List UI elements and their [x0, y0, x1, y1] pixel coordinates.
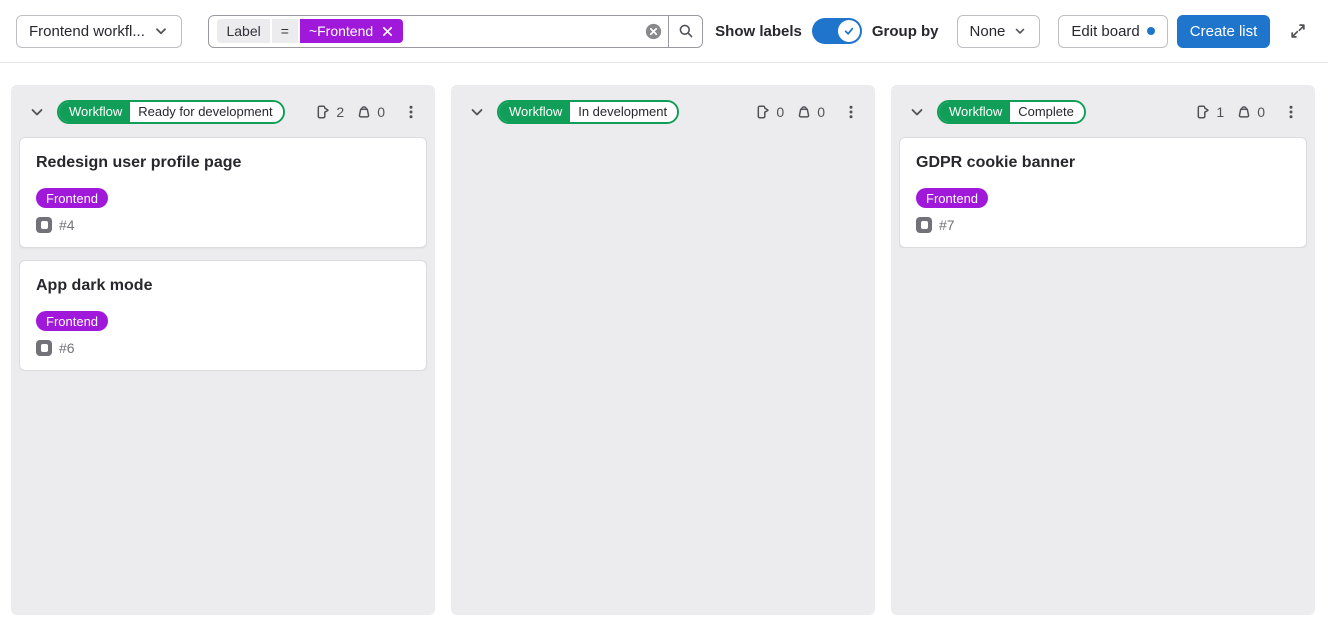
group-by-value: None	[970, 23, 1006, 40]
issues-icon	[1195, 104, 1211, 120]
issue-title: App dark mode	[36, 275, 410, 296]
list-header: Workflow In development 0 0	[459, 93, 867, 131]
label-value: Ready for development	[130, 102, 282, 122]
board-switcher-label: Frontend workfl...	[29, 23, 145, 40]
issue-meta: #7	[916, 217, 1290, 233]
collapse-list-button[interactable]	[905, 100, 929, 124]
issue-count: 2	[315, 104, 344, 120]
issue-count: 1	[1195, 104, 1224, 120]
label-scope: Workflow	[499, 102, 570, 122]
group-by-label: Group by	[872, 23, 939, 40]
issue-count-value: 0	[776, 104, 784, 120]
chevron-down-icon	[469, 104, 485, 120]
clear-search-button[interactable]	[638, 16, 668, 47]
weight-count: 0	[356, 104, 385, 120]
board-toolbar: Frontend workfl... Label = ~Frontend	[0, 0, 1328, 63]
toggle-knob	[838, 20, 860, 42]
collapse-list-button[interactable]	[465, 100, 489, 124]
issue-count: 0	[755, 104, 784, 120]
issue-card[interactable]: GDPR cookie banner Frontend #7	[899, 137, 1307, 248]
list-scoped-label[interactable]: Workflow In development	[497, 100, 679, 124]
weight-count-value: 0	[377, 104, 385, 120]
project-avatar	[36, 340, 52, 356]
group-by-dropdown[interactable]: None	[957, 15, 1041, 48]
board-list-in-development: Workflow In development 0 0	[451, 85, 875, 615]
ellipsis-v-icon	[843, 104, 859, 120]
board-list-ready-for-development: Workflow Ready for development 2 0 Redes…	[11, 85, 435, 615]
issue-title: Redesign user profile page	[36, 152, 410, 173]
filter-token-value-label: ~Frontend	[309, 23, 373, 39]
show-labels-toggle[interactable]	[812, 18, 862, 44]
list-header: Workflow Complete 1 0	[899, 93, 1307, 131]
list-scoped-label[interactable]: Workflow Ready for development	[57, 100, 285, 124]
list-header: Workflow Ready for development 2 0	[19, 93, 427, 131]
weight-count: 0	[1236, 104, 1265, 120]
board-switcher-dropdown[interactable]: Frontend workfl...	[16, 15, 182, 48]
list-counts: 1 0	[1195, 104, 1265, 120]
weight-icon	[1236, 104, 1252, 120]
issue-card[interactable]: App dark mode Frontend #6	[19, 260, 427, 371]
label-scope: Workflow	[59, 102, 130, 122]
board-list-complete: Workflow Complete 1 0 GDPR cookie banner	[891, 85, 1315, 615]
issue-title: GDPR cookie banner	[916, 152, 1290, 173]
issue-label-frontend[interactable]: Frontend	[36, 188, 108, 208]
label-scope: Workflow	[939, 102, 1010, 122]
label-value: In development	[570, 102, 677, 122]
weight-count: 0	[796, 104, 825, 120]
weight-count-value: 0	[817, 104, 825, 120]
list-counts: 2 0	[315, 104, 385, 120]
issue-reference: #4	[59, 217, 75, 233]
list-actions-menu-button[interactable]	[1279, 100, 1303, 124]
card-list: GDPR cookie banner Frontend #7	[899, 137, 1307, 248]
issue-label-frontend[interactable]: Frontend	[36, 311, 108, 331]
issues-icon	[315, 104, 331, 120]
issue-label-frontend[interactable]: Frontend	[916, 188, 988, 208]
list-actions-menu-button[interactable]	[839, 100, 863, 124]
weight-icon	[356, 104, 372, 120]
issue-card[interactable]: Redesign user profile page Frontend #4	[19, 137, 427, 248]
ellipsis-v-icon	[403, 104, 419, 120]
chevron-down-icon	[1013, 24, 1027, 38]
issue-board: Workflow Ready for development 2 0 Redes…	[0, 63, 1328, 615]
filtered-search-bar[interactable]: Label = ~Frontend	[208, 15, 703, 48]
clear-circle-icon	[645, 23, 662, 40]
check-icon	[842, 24, 856, 38]
issue-reference: #6	[59, 340, 75, 356]
weight-icon	[796, 104, 812, 120]
project-avatar	[36, 217, 52, 233]
list-actions-menu-button[interactable]	[399, 100, 423, 124]
remove-token-icon[interactable]	[381, 25, 394, 38]
list-scoped-label[interactable]: Workflow Complete	[937, 100, 1086, 124]
issue-reference: #7	[939, 217, 955, 233]
chevron-down-icon	[153, 23, 169, 39]
filter-token-group: Label = ~Frontend	[209, 16, 638, 47]
filter-token-value[interactable]: ~Frontend	[300, 19, 403, 43]
collapse-list-button[interactable]	[25, 100, 49, 124]
chevron-down-icon	[29, 104, 45, 120]
filter-token-operator[interactable]: =	[272, 19, 298, 43]
ellipsis-v-icon	[1283, 104, 1299, 120]
list-counts: 0 0	[755, 104, 825, 120]
edit-board-button[interactable]: Edit board	[1058, 15, 1167, 48]
issue-count-value: 1	[1216, 104, 1224, 120]
weight-count-value: 0	[1257, 104, 1265, 120]
search-icon	[678, 23, 694, 39]
fullscreen-button[interactable]	[1284, 17, 1312, 45]
issue-meta: #6	[36, 340, 410, 356]
create-list-label: Create list	[1190, 23, 1258, 40]
issue-meta: #4	[36, 217, 410, 233]
project-avatar	[916, 217, 932, 233]
issue-count-value: 2	[336, 104, 344, 120]
issues-icon	[755, 104, 771, 120]
notification-dot	[1147, 27, 1155, 35]
filter-token-key[interactable]: Label	[217, 19, 269, 43]
expand-icon	[1289, 22, 1307, 40]
edit-board-label: Edit board	[1071, 23, 1139, 40]
create-list-button[interactable]: Create list	[1177, 15, 1271, 48]
chevron-down-icon	[909, 104, 925, 120]
show-labels-label: Show labels	[715, 23, 802, 40]
card-list: Redesign user profile page Frontend #4 A…	[19, 137, 427, 371]
search-button[interactable]	[668, 16, 702, 47]
label-value: Complete	[1010, 102, 1084, 122]
